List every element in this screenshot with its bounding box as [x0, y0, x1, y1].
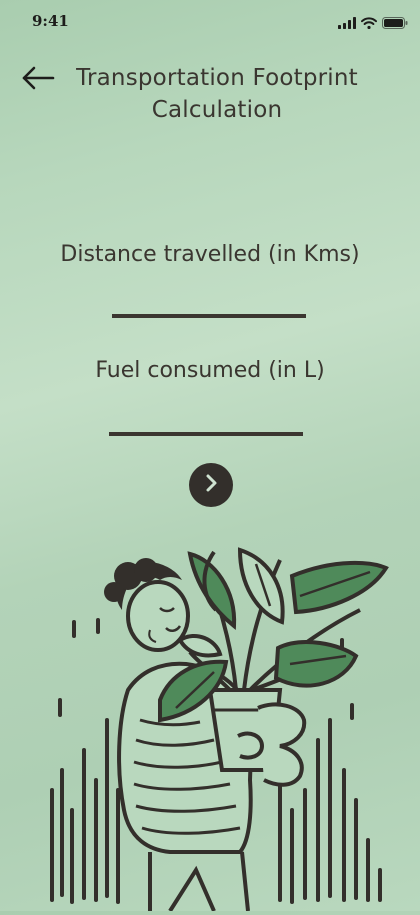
person-holding-plant-illustration — [0, 540, 420, 913]
status-icons — [338, 14, 408, 33]
distance-underline — [112, 314, 306, 318]
chevron-right-icon — [201, 473, 221, 497]
fuel-label: Fuel consumed (in L) — [95, 358, 325, 383]
fuel-underline — [109, 432, 303, 436]
arrow-left-icon — [21, 66, 55, 94]
signal-icon — [338, 14, 356, 33]
next-button[interactable] — [189, 463, 233, 507]
battery-icon — [382, 14, 408, 33]
distance-label: Distance travelled (in Kms) — [60, 242, 360, 267]
distance-input[interactable] — [112, 280, 310, 314]
header: Transportation Footprint Calculation — [0, 58, 420, 138]
wifi-icon — [361, 14, 377, 33]
fuel-input[interactable] — [109, 398, 307, 432]
back-button[interactable] — [18, 62, 58, 98]
page-title: Transportation Footprint Calculation — [76, 65, 358, 123]
status-time: 9:41 — [32, 12, 69, 30]
status-bar: 9:41 — [0, 0, 420, 44]
